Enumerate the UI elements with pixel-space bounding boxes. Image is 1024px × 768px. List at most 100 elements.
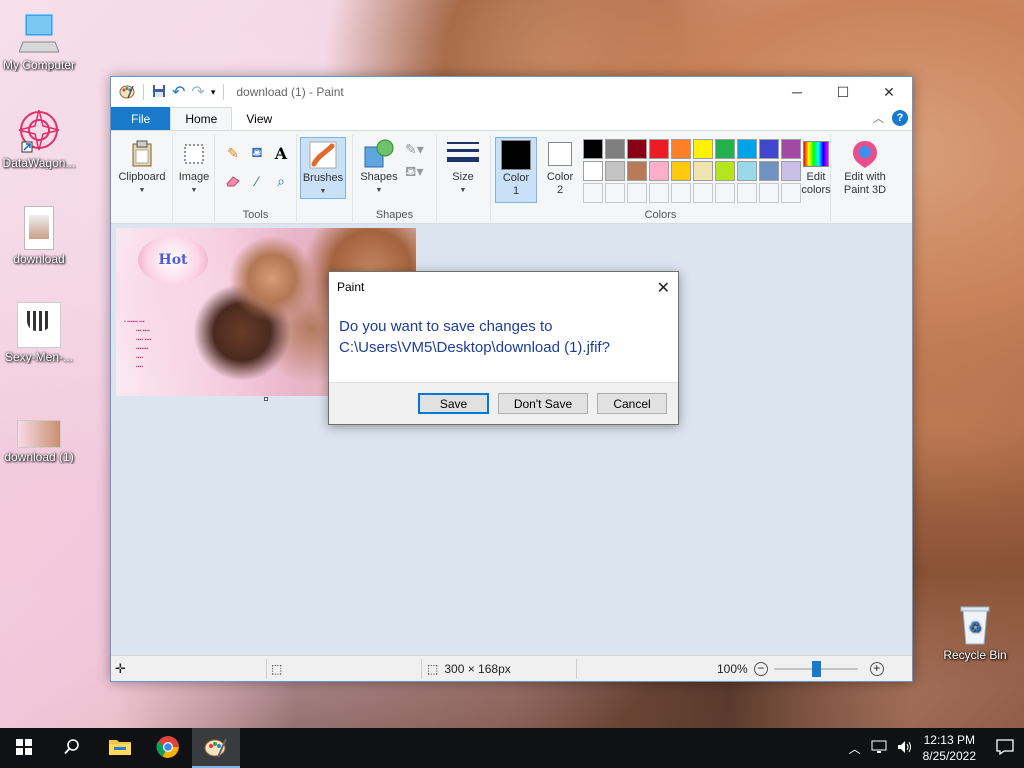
clock[interactable]: 12:13 PM 8/25/2022 xyxy=(923,732,976,764)
palette-swatch[interactable] xyxy=(605,139,625,159)
brushes-button[interactable]: Brushes ▼ xyxy=(300,137,346,199)
tab-file[interactable]: File xyxy=(111,107,171,130)
canvas-resize-handle[interactable] xyxy=(264,397,268,401)
custom-color-slot[interactable] xyxy=(715,183,735,203)
image-label: Image xyxy=(178,171,210,183)
help-icon[interactable]: ? xyxy=(892,110,908,126)
desktop-icon-label: download (1) xyxy=(4,450,74,464)
custom-color-slot[interactable] xyxy=(693,183,713,203)
palette-swatch[interactable] xyxy=(759,139,779,159)
network-icon[interactable] xyxy=(871,740,887,757)
palette-swatch[interactable] xyxy=(737,139,757,159)
close-button[interactable]: ✕ xyxy=(866,77,912,107)
zoom-slider[interactable] xyxy=(773,660,858,677)
palette-swatch[interactable] xyxy=(693,161,713,181)
desktop-icon-download[interactable]: download xyxy=(0,206,78,266)
dialog-message-line1: Do you want to save changes to xyxy=(339,318,553,335)
zoom-out-button[interactable]: − xyxy=(753,661,768,676)
color-picker-icon[interactable]: ⁄ xyxy=(247,171,267,191)
custom-color-slot[interactable] xyxy=(671,183,691,203)
minimize-button[interactable]: ─ xyxy=(774,77,820,107)
palette-swatch[interactable] xyxy=(583,161,603,181)
palette-swatch[interactable] xyxy=(737,161,757,181)
pencil-icon[interactable]: ✎ xyxy=(223,143,243,163)
maximize-button[interactable]: ☐ xyxy=(820,77,866,107)
save-icon[interactable] xyxy=(152,84,166,101)
line-width-icon xyxy=(447,137,479,171)
zoom-slider-thumb[interactable] xyxy=(811,660,821,677)
taskbar-chrome[interactable] xyxy=(144,728,192,768)
outline-icon[interactable]: ✎▾ xyxy=(405,141,424,158)
collapse-ribbon-icon[interactable]: ︿ xyxy=(873,110,884,126)
palette-swatch[interactable] xyxy=(671,161,691,181)
palette-swatch[interactable] xyxy=(627,139,647,159)
custom-color-slot[interactable] xyxy=(737,183,757,203)
dialog-footer: Save Don't Save Cancel xyxy=(329,382,678,424)
window-controls: ─ ☐ ✕ xyxy=(774,77,912,107)
magnifier-icon[interactable]: ⌕ xyxy=(271,171,291,191)
undo-icon[interactable]: ↶ xyxy=(172,82,185,102)
edit-paint3d-button[interactable]: Edit with Paint 3D xyxy=(833,137,897,197)
volume-icon[interactable] xyxy=(897,740,913,757)
palette-swatch[interactable] xyxy=(715,139,735,159)
text-tool-icon[interactable]: A xyxy=(271,143,291,163)
shapes-button[interactable]: Shapes ▼ xyxy=(357,137,401,197)
fill-icon[interactable]: ⛾▾ xyxy=(405,163,423,182)
custom-color-slot[interactable] xyxy=(627,183,647,203)
palette-swatch[interactable] xyxy=(715,161,735,181)
save-button[interactable]: Save xyxy=(418,393,489,414)
dont-save-button[interactable]: Don't Save xyxy=(498,393,588,414)
search-button[interactable] xyxy=(48,728,96,768)
desktop-icon-download-1[interactable]: download (1) xyxy=(0,420,78,464)
zoom-in-button[interactable]: + xyxy=(869,661,884,676)
color2-swatch xyxy=(544,137,576,171)
color1-button[interactable]: Color 1 xyxy=(495,137,537,203)
custom-color-slot[interactable] xyxy=(583,183,603,203)
eraser-icon[interactable] xyxy=(223,171,243,191)
desktop-icon-my-computer[interactable]: My Computer xyxy=(0,10,78,72)
size-button[interactable]: Size ▼ xyxy=(442,137,484,197)
group-brushes: Brushes ▼ xyxy=(297,135,353,221)
color1-swatch xyxy=(500,138,532,172)
taskbar-file-explorer[interactable] xyxy=(96,728,144,768)
taskbar-paint[interactable] xyxy=(192,728,240,768)
show-hidden-icons-chevron-icon[interactable]: ︿ xyxy=(849,740,861,757)
move-cursor-icon: ✛ xyxy=(115,660,126,676)
notification-center-icon[interactable] xyxy=(996,738,1014,758)
desktop-icon-sexy-men[interactable]: Sexy-Men-... xyxy=(0,302,78,364)
customize-toolbar-chevron-icon[interactable]: ▾ xyxy=(211,87,216,98)
edit-colors-button[interactable]: Edit colors xyxy=(797,137,835,197)
image-button[interactable]: Image ▼ xyxy=(177,137,211,197)
tab-view[interactable]: View xyxy=(232,107,286,130)
image-size-icon: ⬚ xyxy=(427,661,439,676)
palette-swatch[interactable] xyxy=(627,161,647,181)
palette-swatch[interactable] xyxy=(759,161,779,181)
selection-size-cell: ⬚ xyxy=(271,656,282,682)
palette-swatch[interactable] xyxy=(693,139,713,159)
desktop-icon-datawagon[interactable]: DataWagon... xyxy=(0,106,78,170)
chrome-icon xyxy=(156,735,180,762)
clipboard-button[interactable]: Clipboard ▼ xyxy=(115,137,169,197)
desktop-icon-recycle-bin[interactable]: ♻ Recycle Bin xyxy=(936,602,1014,662)
palette-swatch[interactable] xyxy=(649,161,669,181)
palette-swatch[interactable] xyxy=(649,139,669,159)
palette-swatch[interactable] xyxy=(605,161,625,181)
custom-color-slot[interactable] xyxy=(605,183,625,203)
redo-icon[interactable]: ↷ xyxy=(191,82,204,102)
custom-color-slot[interactable] xyxy=(759,183,779,203)
separator xyxy=(143,84,144,100)
computer-icon xyxy=(18,10,60,56)
palette-swatch[interactable] xyxy=(671,139,691,159)
fill-bucket-icon[interactable]: ⛾ xyxy=(247,143,267,163)
start-button[interactable] xyxy=(0,728,48,768)
paint-app-icon[interactable] xyxy=(119,83,135,102)
cancel-button[interactable]: Cancel xyxy=(597,393,667,414)
group-colors: Color 1 Color 2 Edit colors Colors xyxy=(491,135,831,221)
palette-swatch[interactable] xyxy=(583,139,603,159)
custom-color-slot[interactable] xyxy=(649,183,669,203)
image-dimensions: 300 × 168px xyxy=(444,661,511,676)
dialog-close-icon[interactable]: ✕ xyxy=(657,278,670,298)
dropdown-caret-icon: ▼ xyxy=(319,188,327,195)
color2-button[interactable]: Color 2 xyxy=(541,137,579,197)
tab-home[interactable]: Home xyxy=(170,107,233,130)
